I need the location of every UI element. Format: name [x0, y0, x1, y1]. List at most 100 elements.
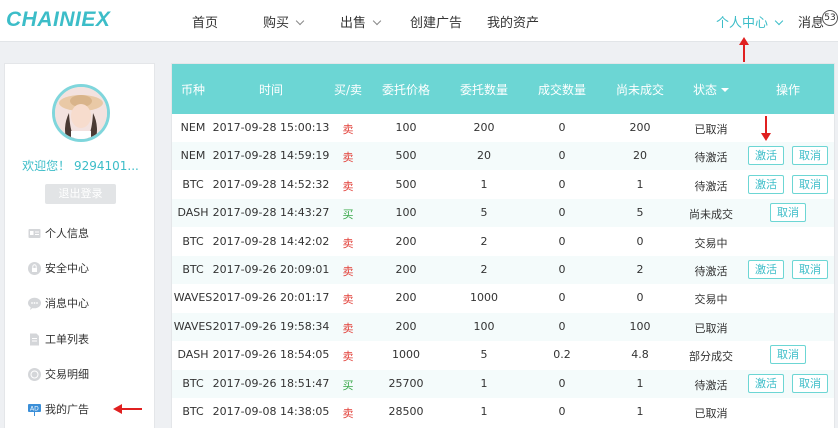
annotation-arrow-up-icon: [739, 37, 749, 62]
table-row: WAVES 2017-09-26 19:58:34 卖 200 100 0 100 已取消: [172, 312, 834, 341]
cancel-button[interactable]: 取消: [792, 146, 828, 166]
cell-filled: 0: [558, 121, 566, 134]
cell-time: 2017-09-28 14:52:32: [212, 177, 330, 191]
cell-coin: NEM: [180, 149, 206, 163]
col-status-filter[interactable]: 状态: [692, 81, 730, 98]
sidebar-item-tickets[interactable]: 工单列表: [30, 330, 89, 350]
col-coin: 币种: [180, 83, 206, 97]
nav-my-assets[interactable]: 我的资产: [487, 12, 539, 31]
top-navbar: CHAINIEX 首页 购买 出售 创建广告 我的资产 个人中心 消息 53: [0, 0, 838, 42]
cancel-button[interactable]: 取消: [792, 373, 828, 393]
document-icon: [30, 333, 39, 346]
cancel-button[interactable]: 取消: [770, 345, 806, 365]
col-action: 操作: [775, 83, 801, 97]
cell-price: 500: [395, 149, 417, 163]
annotation-arrow-left-icon: [113, 404, 142, 414]
table-row: BTC 2017-09-28 14:42:02 卖 200 2 0 0 交易中: [172, 228, 834, 256]
col-filled: 成交数量: [537, 83, 587, 97]
logout-button[interactable]: 退出登录: [45, 184, 116, 204]
cell-price: 200: [395, 263, 417, 276]
nav-sell[interactable]: 出售: [340, 12, 382, 31]
cancel-button[interactable]: 取消: [770, 203, 806, 223]
sidebar-item-profile[interactable]: 个人信息: [28, 224, 89, 244]
svg-text:AD: AD: [30, 406, 39, 413]
table-header: 币种 时间 买/卖 委托价格 委托数量 成交数量 尚未成交 状态 操作: [172, 64, 834, 114]
cell-amount: 100: [473, 319, 495, 333]
nav-user-center[interactable]: 个人中心: [716, 12, 784, 31]
cell-filled: 0: [558, 234, 566, 248]
cell-amount: 5: [480, 206, 488, 220]
col-price: 委托价格: [381, 83, 431, 97]
cell-side: 卖: [342, 179, 354, 193]
cell-side: 卖: [342, 407, 354, 420]
cell-price: 200: [395, 291, 417, 305]
nav-user-center-label: 个人中心: [716, 16, 769, 31]
cell-price: 100: [395, 206, 417, 220]
cell-amount: 1000: [470, 291, 498, 305]
cell-time: 2017-09-08 14:38:05: [212, 405, 330, 418]
activate-button[interactable]: 激活: [748, 260, 784, 279]
table-row: WAVES 2017-09-26 20:01:17 卖 200 1000 0 0 交易中: [172, 284, 834, 312]
cell-amount: 1: [480, 405, 488, 418]
cell-coin: WAVES: [173, 291, 213, 305]
cell-price: 1000: [392, 348, 420, 362]
cell-status: 待激活: [694, 179, 728, 193]
nav-home[interactable]: 首页: [192, 12, 218, 31]
cell-price: 28500: [388, 405, 424, 418]
table-row: NEM 2017-09-28 14:59:19 卖 500 20 0 20 待激活 激活 取消: [172, 142, 834, 171]
cell-filled: 0.2: [553, 348, 571, 362]
id-card-icon: [28, 229, 41, 238]
cell-unfilled: 20: [633, 149, 647, 163]
coin-icon: [28, 368, 41, 381]
cell-filled: 0: [558, 177, 566, 191]
cell-filled: 0: [558, 291, 566, 305]
sidebar-item-my-ads[interactable]: AD 我的广告: [28, 400, 89, 420]
cell-time: 2017-09-28 14:59:19: [212, 149, 330, 163]
cell-time: 2017-09-28 15:00:13: [212, 121, 330, 134]
cell-filled: 0: [558, 319, 566, 333]
cell-amount: 5: [480, 348, 488, 362]
cell-time: 2017-09-28 14:43:27: [212, 206, 330, 220]
sidebar-item-transactions[interactable]: 交易明细: [28, 365, 89, 385]
col-unfilled: 尚未成交: [615, 83, 665, 97]
table-row: BTC 2017-09-08 14:38:05 卖 28500 1 0 1 已取消: [172, 398, 834, 426]
cell-side: 买: [342, 378, 354, 392]
nav-messages[interactable]: 消息: [798, 12, 824, 31]
activate-button[interactable]: 激活: [748, 373, 784, 393]
cell-unfilled: 2: [636, 263, 644, 276]
cell-amount: 1: [480, 376, 488, 390]
cell-time: 2017-09-26 20:01:17: [212, 291, 330, 305]
sidebar: 欢迎您！ 9294101... 退出登录 个人信息 安全中心 消息中心 工单列表…: [4, 63, 155, 428]
cell-time: 2017-09-26 18:51:47: [212, 376, 330, 390]
cell-time: 2017-09-26 19:58:34: [212, 319, 330, 333]
annotation-arrow-down-icon: [761, 116, 771, 141]
cell-side: 卖: [342, 321, 354, 335]
cell-amount: 2: [480, 234, 488, 248]
table-row: BTC 2017-09-26 18:51:47 买 25700 1 0 1 待激活 激活 取消: [172, 369, 834, 398]
cell-status: 已取消: [694, 407, 728, 420]
chevron-down-icon: [774, 16, 784, 26]
chevron-down-icon: [372, 16, 382, 26]
sidebar-item-label: 个人信息: [45, 227, 89, 240]
cancel-button[interactable]: 取消: [792, 174, 828, 194]
nav-buy[interactable]: 购买: [263, 12, 305, 31]
cell-side: 卖: [342, 265, 354, 278]
nav-create-ad[interactable]: 创建广告: [410, 12, 462, 31]
table-row: NEM 2017-09-28 15:00:13 卖 100 200 0 200 已取消: [172, 114, 834, 142]
cell-unfilled: 0: [636, 234, 644, 248]
lock-icon: [28, 262, 41, 275]
activate-button[interactable]: 激活: [748, 174, 784, 194]
activate-button[interactable]: 激活: [748, 146, 784, 166]
welcome-text: 欢迎您！ 9294101...: [22, 159, 139, 173]
my-ads-table: 币种 时间 买/卖 委托价格 委托数量 成交数量 尚未成交 状态 操作 NEM 2…: [171, 63, 835, 428]
cell-status: 部分成交: [689, 350, 733, 364]
cell-status: 待激活: [694, 265, 728, 278]
col-status-label: 状态: [692, 83, 718, 97]
sidebar-item-messages[interactable]: 消息中心: [28, 294, 89, 314]
sidebar-item-label: 消息中心: [45, 297, 89, 310]
logo[interactable]: CHAINIEX: [6, 8, 110, 32]
sidebar-item-security[interactable]: 安全中心: [28, 259, 89, 279]
cancel-button[interactable]: 取消: [792, 260, 828, 279]
cell-side: 卖: [342, 151, 354, 165]
sidebar-item-label: 工单列表: [45, 333, 89, 346]
